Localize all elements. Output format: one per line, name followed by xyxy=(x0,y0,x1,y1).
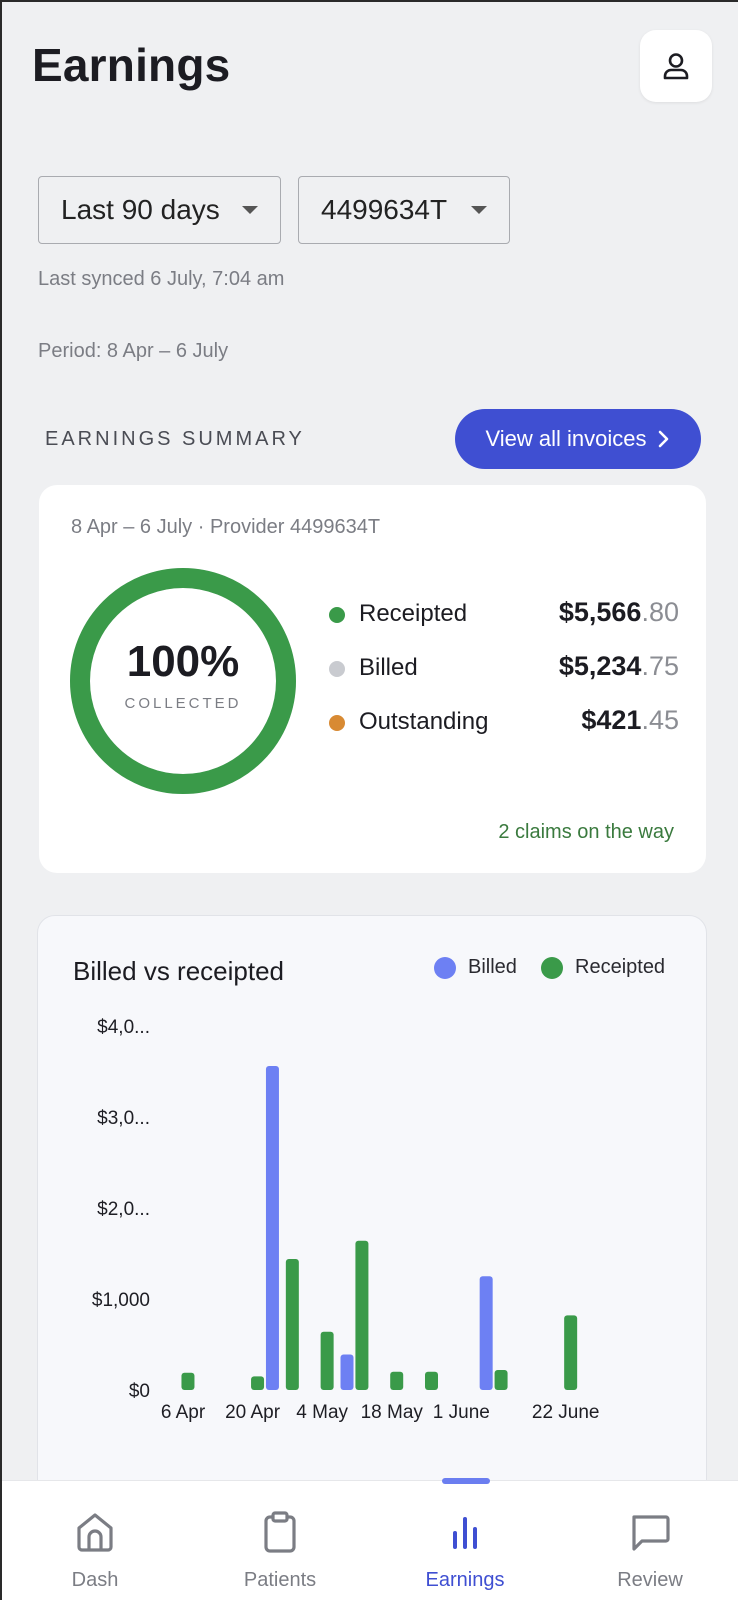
outstanding-label: Outstanding xyxy=(359,708,489,735)
x-tick-label: 6 Apr xyxy=(161,1402,206,1423)
receipted-bar xyxy=(494,1369,508,1390)
view-all-invoices-button[interactable]: View all invoices xyxy=(455,409,701,469)
tab-patients[interactable]: Patients xyxy=(188,1481,372,1600)
last-synced-text: Last synced 6 July, 7:04 am xyxy=(38,268,285,290)
receipted-bar xyxy=(564,1315,578,1390)
tab-review-label: Review xyxy=(617,1569,683,1591)
y-tick-label: $4,0... xyxy=(97,1017,150,1038)
chevron-down-icon xyxy=(242,206,258,214)
provider-select-value: 4499634T xyxy=(321,194,448,225)
billed-bar xyxy=(265,1066,279,1390)
y-tick-label: $0 xyxy=(129,1381,150,1402)
x-tick-label: 22 June xyxy=(532,1402,600,1423)
section-heading: EARNINGS SUMMARY xyxy=(45,428,305,450)
tab-review[interactable]: Review xyxy=(558,1481,738,1600)
billed-label: Billed xyxy=(359,654,418,681)
receipted-amount: $5,566.80 xyxy=(558,597,679,627)
bottom-tab-bar: Dash Patients Earnings Review xyxy=(2,1480,738,1600)
tab-dash[interactable]: Dash xyxy=(3,1481,187,1600)
home-icon xyxy=(77,1513,113,1552)
collected-label: COLLECTED xyxy=(124,695,242,712)
period-select[interactable]: Last 90 days xyxy=(38,176,281,244)
receipted-bar xyxy=(181,1372,195,1390)
receipted-bar xyxy=(425,1371,438,1390)
billed-dot xyxy=(329,661,345,677)
chat-icon xyxy=(632,1515,670,1551)
x-tick-label: 1 June xyxy=(433,1402,490,1423)
receipted-label: Receipted xyxy=(359,600,468,627)
chevron-down-icon xyxy=(471,206,487,214)
active-tab-indicator xyxy=(442,1478,490,1484)
bar-chart-icon xyxy=(453,1517,477,1549)
outstanding-dot xyxy=(329,715,345,731)
page-title: Earnings xyxy=(32,39,231,91)
tab-earnings[interactable]: Earnings xyxy=(373,1481,557,1600)
x-tick-label: 20 Apr xyxy=(225,1402,281,1423)
receipted-bar xyxy=(251,1376,265,1390)
billed-row: Billed $5,234.75 xyxy=(329,651,679,685)
billed-bar xyxy=(340,1354,354,1390)
claims-on-the-way-link[interactable]: 2 claims on the way xyxy=(498,821,674,844)
y-tick-label: $2,0... xyxy=(97,1199,150,1220)
outstanding-row: Outstanding $421.45 xyxy=(329,705,679,739)
receipted-bar xyxy=(355,1240,369,1390)
y-tick-label: $3,0... xyxy=(97,1108,150,1129)
view-all-invoices-label: View all invoices xyxy=(485,426,647,451)
x-tick-label: 4 May xyxy=(296,1402,348,1423)
app-screen: Earnings Last 90 days 4499634T Last sync… xyxy=(0,0,738,1600)
clipboard-icon xyxy=(264,1511,296,1553)
tab-patients-label: Patients xyxy=(243,1569,317,1591)
period-text: Period: 8 Apr – 6 July xyxy=(38,340,229,362)
earnings-summary-card: 8 Apr – 6 July · Provider 4499634T 100% … xyxy=(39,485,706,873)
x-tick-label: 18 May xyxy=(361,1402,424,1423)
tab-earnings-label: Earnings xyxy=(425,1569,505,1591)
provider-select[interactable]: 4499634T xyxy=(298,176,510,244)
receipted-bar xyxy=(285,1258,299,1390)
billed-amount: $5,234.75 xyxy=(558,651,679,681)
billed-bar xyxy=(479,1276,493,1390)
user-icon xyxy=(663,53,689,80)
collected-percent: 100% xyxy=(126,637,240,686)
chevron-right-icon xyxy=(658,430,668,448)
receipted-bar xyxy=(320,1331,334,1390)
y-tick-label: $1,000 xyxy=(92,1290,150,1311)
profile-button[interactable] xyxy=(640,30,712,102)
card-subtitle: 8 Apr – 6 July · Provider 4499634T xyxy=(71,516,381,538)
tab-dash-label: Dash xyxy=(71,1569,119,1591)
receipted-bar xyxy=(390,1371,404,1390)
receipted-row: Receipted $5,566.80 xyxy=(329,597,679,631)
receipted-dot xyxy=(329,607,345,623)
period-select-value: Last 90 days xyxy=(61,194,220,225)
outstanding-amount: $421.45 xyxy=(581,705,679,735)
bar-chart: $0 $1,000 $2,0... $3,0... $4,0... 6 Apr 20 Apr… xyxy=(92,1017,600,1423)
